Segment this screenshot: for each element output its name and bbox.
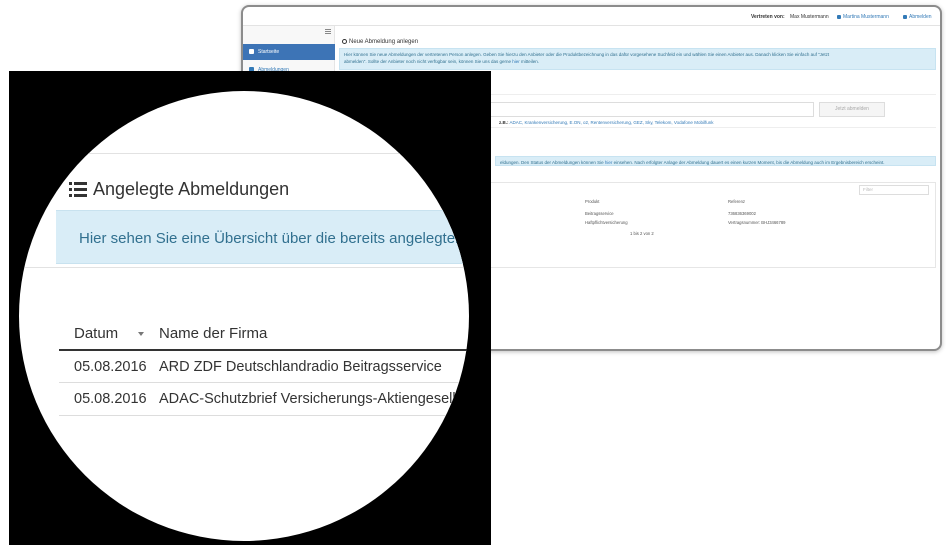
home-icon <box>249 49 254 55</box>
referenz-cell: 736836369002 <box>728 211 756 216</box>
sidebar-item-label: Startseite <box>258 49 280 55</box>
submit-abmelden-button[interactable]: Jetzt abmelden <box>819 102 885 117</box>
new-section-title: Neue Abmeldung anlegen <box>342 39 418 45</box>
info-line: abmelden". Sollte der Anbieter noch nich… <box>344 58 931 65</box>
search-icon <box>342 39 347 44</box>
divider <box>19 153 469 154</box>
table-row[interactable]: 05.08.2016 ARD ZDF Deutschlandradio Beit… <box>59 351 469 382</box>
new-section-info: Hier können Sie neue Abmeldungen der ver… <box>339 48 936 70</box>
pagination-info: 1 bis 2 von 2 <box>630 231 654 236</box>
overview-info-box: Hier sehen Sie eine Übersicht über die b… <box>56 210 469 264</box>
info-text: einsehen. Nach erfolgter Anlage der Abme… <box>613 160 885 165</box>
examples-list[interactable]: ADAC, Krankenversicherung, E.ON, o2, Ren… <box>510 120 714 125</box>
logout-icon <box>903 14 907 19</box>
info-link[interactable]: hier <box>512 59 520 64</box>
user-name: Martina Mustermann <box>843 14 889 20</box>
new-section-title-text: Neue Abmeldung anlegen <box>349 39 419 46</box>
column-header-firma[interactable]: Name der Firma <box>159 325 267 342</box>
info-line: Hier können Sie neue Abmeldungen der ver… <box>344 52 830 57</box>
company-cell: ARD ZDF Deutschlandradio Beitragsservice <box>159 359 442 375</box>
stage: Vertreten von: Max Mustermann Martina Mu… <box>0 0 946 545</box>
logout-label: Abmelden <box>909 14 932 20</box>
divider <box>19 267 469 268</box>
representative-label: Vertreten von: <box>751 14 785 20</box>
sort-down-icon[interactable] <box>138 332 144 336</box>
info-text: eldungen. Den Status der Abmeldungen kön… <box>500 160 604 165</box>
sidebar-item-startseite[interactable]: Startseite <box>243 44 335 60</box>
date-cell: 05.08.2016 <box>74 391 147 407</box>
magnifier-circle: Angelegte Abmeldungen Hier sehen Sie ein… <box>19 91 469 541</box>
user-menu-link[interactable]: Martina Mustermann <box>837 14 889 20</box>
column-header-referenz[interactable]: Referenz <box>728 199 745 204</box>
representative-name: Max Mustermann <box>790 14 829 20</box>
produkt-cell: Beitragsservice <box>585 211 614 216</box>
magnified-content: Angelegte Abmeldungen Hier sehen Sie ein… <box>19 91 469 541</box>
user-icon <box>837 14 841 19</box>
examples-prefix: z.B.: <box>499 120 509 125</box>
overview-info: eldungen. Den Status der Abmeldungen kön… <box>495 156 936 166</box>
info-text: mitteilen. <box>521 59 540 64</box>
referenz-cell: Vertragsnummer: BHJ3466789 <box>728 220 786 225</box>
info-link[interactable]: hier <box>605 160 613 165</box>
info-text: Hier sehen Sie eine Übersicht über die b… <box>79 230 464 247</box>
section-title: Angelegte Abmeldungen <box>93 179 290 199</box>
row-divider <box>59 415 469 416</box>
table-row[interactable]: 05.08.2016 ADAC-Schutzbrief Versicherung… <box>59 383 469 414</box>
examples-line: z.B.: ADAC, Krankenversicherung, E.ON, o… <box>499 120 713 125</box>
list-icon <box>69 182 87 197</box>
column-header-datum[interactable]: Datum <box>74 325 118 342</box>
date-cell: 05.08.2016 <box>74 359 147 375</box>
column-header-produkt[interactable]: Produkt <box>585 199 599 204</box>
filter-input[interactable]: Filter <box>859 185 929 195</box>
top-bar: Vertreten von: Max Mustermann Martina Mu… <box>243 7 940 26</box>
menu-toggle-icon[interactable] <box>325 29 331 35</box>
produkt-cell: Haftpflichtversicherung <box>585 220 628 225</box>
company-cell: ADAC-Schutzbrief Versicherungs-Aktienges… <box>159 391 463 407</box>
logout-link[interactable]: Abmelden <box>903 14 932 20</box>
info-text: abmelden". Sollte der Anbieter noch nich… <box>344 59 511 64</box>
